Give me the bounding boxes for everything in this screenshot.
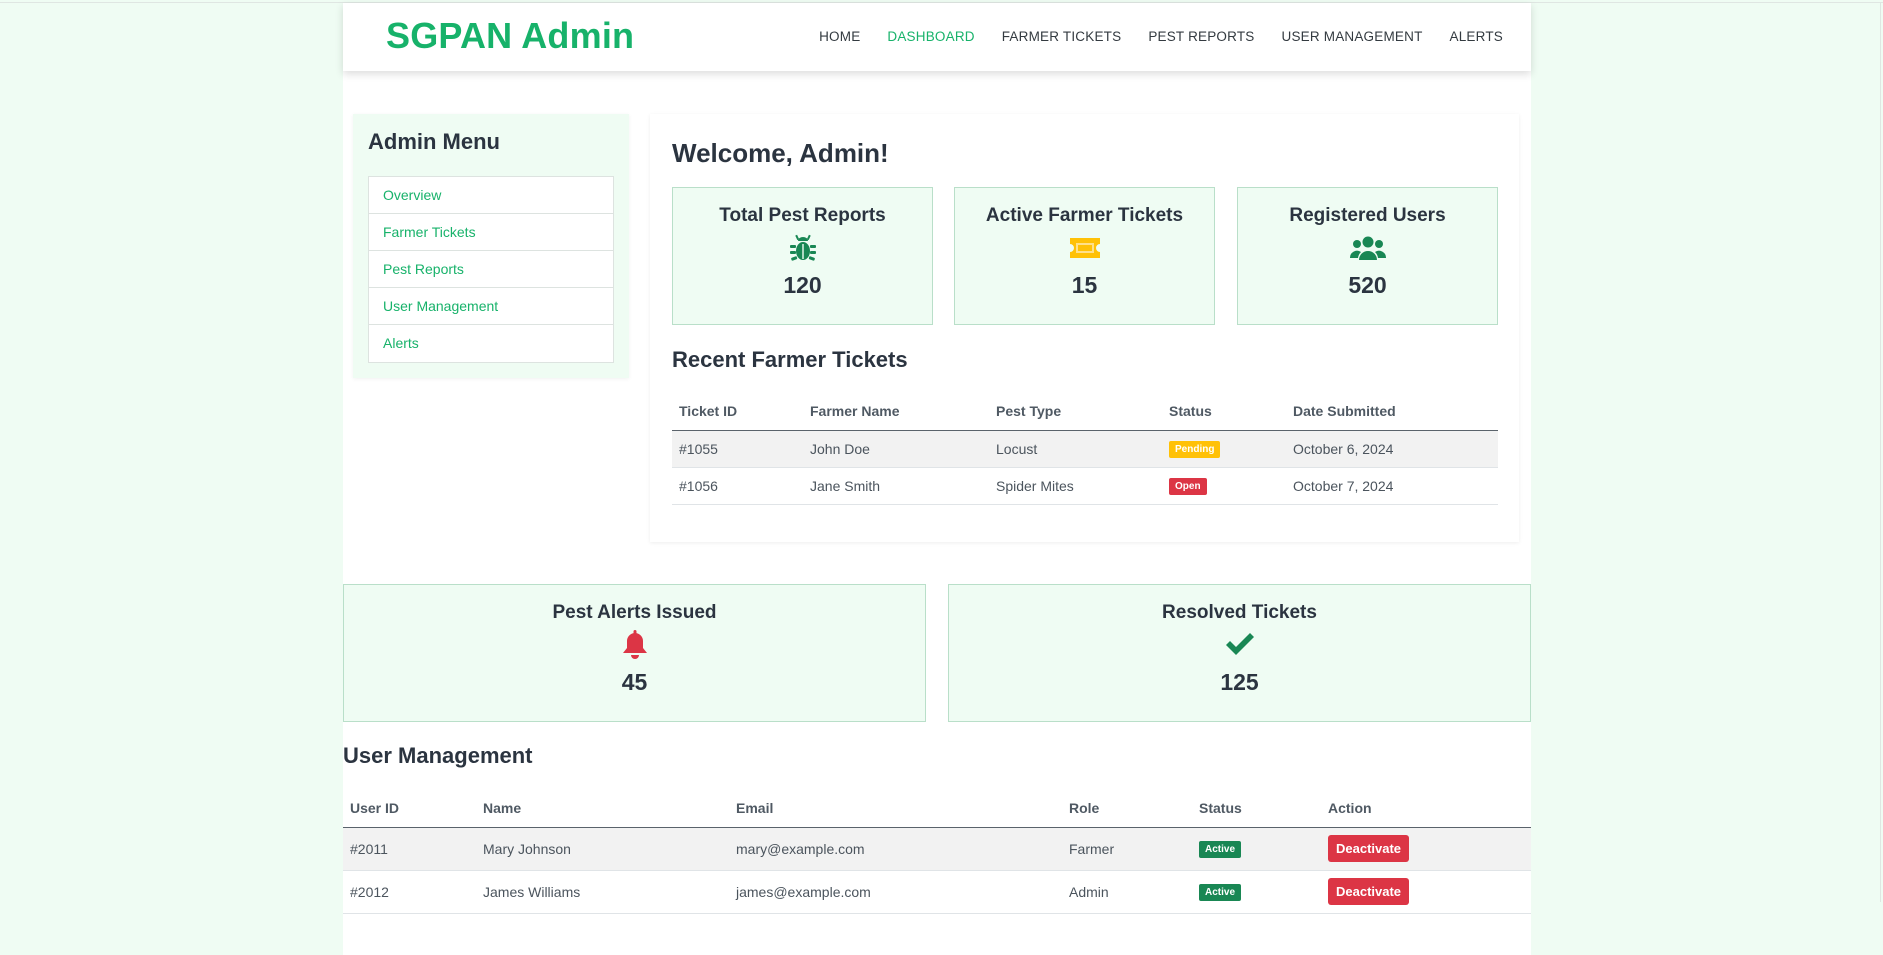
stat-title: Active Farmer Tickets — [985, 205, 1184, 226]
admin-sidebar: Admin Menu Overview Farmer Tickets Pest … — [353, 114, 629, 378]
stat-card-registered-users: Registered Users 520 — [1237, 187, 1498, 325]
sidebar-item-farmer-tickets[interactable]: Farmer Tickets — [369, 214, 613, 251]
main-panel: Welcome, Admin! Total Pest Reports 120 A… — [650, 114, 1519, 542]
user-id: #2012 — [343, 870, 476, 914]
right-border — [1880, 2, 1881, 902]
stat-title: Pest Alerts Issued — [552, 602, 717, 623]
stat-title: Registered Users — [1289, 205, 1446, 226]
navbar: SGPAN Admin HOME DASHBOARD FARMER TICKET… — [343, 3, 1531, 71]
ticket-id: #1055 — [672, 430, 803, 468]
sidebar-item-alerts[interactable]: Alerts — [369, 325, 613, 362]
nav-dashboard[interactable]: DASHBOARD — [887, 29, 974, 44]
table-row: #2012 James Williams james@example.com A… — [343, 870, 1531, 914]
status-cell: Active — [1192, 827, 1321, 871]
recent-tickets-table: Ticket ID Farmer Name Pest Type Status D… — [672, 392, 1498, 505]
column-header: User ID — [343, 789, 476, 828]
column-header: Role — [1062, 789, 1192, 828]
welcome-heading: Welcome, Admin! — [672, 138, 889, 168]
sidebar-title: Admin Menu — [368, 129, 500, 154]
stat-title: Resolved Tickets — [1162, 602, 1317, 623]
stat-value: 120 — [783, 272, 822, 298]
column-header: Email — [729, 789, 1062, 828]
stat-value: 520 — [1348, 272, 1387, 298]
action-cell: Deactivate — [1321, 827, 1531, 871]
user-id: #2011 — [343, 827, 476, 871]
sidebar-item-pest-reports[interactable]: Pest Reports — [369, 251, 613, 288]
sidebar-item-overview[interactable]: Overview — [369, 177, 613, 214]
pest-type: Spider Mites — [989, 467, 1162, 505]
column-header: Name — [476, 789, 729, 828]
nav-links: HOME DASHBOARD FARMER TICKETS PEST REPOR… — [819, 29, 1503, 44]
nav-home[interactable]: HOME — [819, 29, 860, 44]
sidebar-menu: Overview Farmer Tickets Pest Reports Use… — [368, 176, 614, 363]
stat-card-pest-alerts: Pest Alerts Issued 45 — [343, 584, 926, 722]
check-icon — [949, 628, 1530, 662]
status-badge: Pending — [1169, 441, 1221, 458]
table-row: #1055 John Doe Locust Pending October 6,… — [672, 430, 1498, 468]
deactivate-button[interactable]: Deactivate — [1328, 835, 1410, 862]
nav-alerts[interactable]: ALERTS — [1450, 29, 1503, 44]
column-header: Action — [1321, 789, 1531, 828]
date-submitted: October 6, 2024 — [1286, 430, 1498, 468]
stat-title: Total Pest Reports — [719, 205, 886, 226]
stat-card-active-tickets: Active Farmer Tickets 15 — [954, 187, 1215, 325]
deactivate-button[interactable]: Deactivate — [1328, 878, 1410, 905]
status-cell: Open — [1162, 467, 1286, 505]
user-role: Admin — [1062, 870, 1192, 914]
table-row: #1056 Jane Smith Spider Mites Open Octob… — [672, 467, 1498, 505]
action-cell: Deactivate — [1321, 870, 1531, 914]
column-header: Farmer Name — [803, 392, 989, 431]
column-header: Date Submitted — [1286, 392, 1498, 431]
brand-logo[interactable]: SGPAN Admin — [386, 15, 634, 57]
recent-tickets-title: Recent Farmer Tickets — [672, 347, 908, 372]
pest-type: Locust — [989, 430, 1162, 468]
farmer-name: Jane Smith — [803, 467, 989, 505]
nav-farmer-tickets[interactable]: FARMER TICKETS — [1002, 29, 1122, 44]
column-header: Ticket ID — [672, 392, 803, 431]
sidebar-item-user-management[interactable]: User Management — [369, 288, 613, 325]
user-email: mary@example.com — [729, 827, 1062, 871]
column-header: Pest Type — [989, 392, 1162, 431]
date-submitted: October 7, 2024 — [1286, 467, 1498, 505]
stat-value: 125 — [1220, 669, 1259, 695]
ticket-id: #1056 — [672, 467, 803, 505]
user-name: Mary Johnson — [476, 827, 729, 871]
page-container: SGPAN Admin HOME DASHBOARD FARMER TICKET… — [343, 3, 1531, 955]
user-name: James Williams — [476, 870, 729, 914]
status-cell: Pending — [1162, 430, 1286, 468]
user-email: james@example.com — [729, 870, 1062, 914]
bell-icon — [344, 628, 925, 662]
status-cell: Active — [1192, 870, 1321, 914]
nav-user-management[interactable]: USER MANAGEMENT — [1282, 29, 1423, 44]
ticket-icon — [955, 231, 1214, 265]
nav-pest-reports[interactable]: PEST REPORTS — [1148, 29, 1254, 44]
user-management-title: User Management — [343, 743, 533, 768]
bug-icon — [673, 231, 932, 265]
status-badge: Active — [1199, 841, 1242, 858]
stat-card-resolved-tickets: Resolved Tickets 125 — [948, 584, 1531, 722]
status-badge: Active — [1199, 884, 1242, 901]
stat-value: 45 — [621, 669, 648, 695]
stat-card-pest-reports: Total Pest Reports 120 — [672, 187, 933, 325]
user-management-table: User ID Name Email Role Status Action #2… — [343, 789, 1531, 914]
stat-value: 15 — [1071, 272, 1098, 298]
status-badge: Open — [1169, 478, 1207, 495]
column-header: Status — [1162, 392, 1286, 431]
user-role: Farmer — [1062, 827, 1192, 871]
column-header: Status — [1192, 789, 1321, 828]
farmer-name: John Doe — [803, 430, 989, 468]
users-icon — [1238, 231, 1497, 265]
table-row: #2011 Mary Johnson mary@example.com Farm… — [343, 827, 1531, 871]
